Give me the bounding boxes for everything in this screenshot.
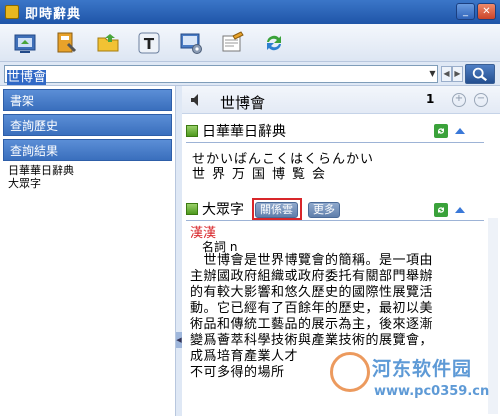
headword: 世博會	[220, 94, 266, 112]
next-arrow-icon[interactable]: ▶	[452, 66, 463, 82]
more-button[interactable]: 更多	[308, 202, 340, 218]
section-divider	[186, 142, 484, 143]
dictionary-green-icon	[186, 203, 198, 215]
section-header: 日華華日辭典	[186, 122, 286, 140]
sidebar: 書架 查詢歷史 查詢結果 日華華日辭典 大眾字	[0, 86, 176, 416]
minimize-button[interactable]: _	[456, 3, 475, 20]
definition-line: 主辦國政府組織或政府委托有關部門舉辦	[190, 269, 434, 284]
settings-icon[interactable]	[178, 30, 204, 56]
back-to-home-icon[interactable]	[12, 30, 38, 56]
window-title: 即時辭典	[25, 6, 82, 22]
watermark-title: 河东软件园	[372, 358, 473, 380]
word-header: 世博會 1 + −	[182, 86, 500, 114]
results-list: 日華華日辭典 大眾字	[0, 161, 175, 190]
watermark-logo-icon	[330, 352, 370, 392]
kanji-text: 世界万国博覧会	[192, 167, 333, 182]
dictionary-green-icon	[186, 125, 198, 137]
watermark: 河东软件园 www.pc0359.cn	[330, 348, 498, 410]
highlight-box	[252, 198, 302, 220]
search-button[interactable]	[465, 64, 495, 84]
refresh-icon[interactable]	[434, 124, 448, 138]
edit-note-icon[interactable]	[219, 30, 245, 56]
list-item[interactable]: 大眾字	[8, 177, 175, 190]
sync-icon[interactable]	[261, 30, 287, 56]
app-book-icon	[5, 5, 19, 19]
open-folder-icon[interactable]	[95, 30, 121, 56]
list-item[interactable]: 日華華日辭典	[8, 164, 175, 177]
definition-line: 的有較大影響和悠久歷史的國際性展覽活	[190, 285, 434, 300]
result-count: 1	[426, 92, 435, 106]
search-input-value: 世博會	[7, 70, 47, 85]
collapse-section-icon[interactable]	[455, 207, 465, 213]
svg-text:T: T	[144, 35, 155, 53]
tab-history[interactable]: 查詢歷史	[3, 114, 172, 136]
refresh-icon[interactable]	[434, 203, 448, 217]
search-bar: 世博會 ▼ ◀ ▶	[0, 62, 500, 86]
definition-line: 變爲薈萃科學技術與產業技術的展覽會，	[190, 333, 434, 348]
search-input[interactable]: 世博會	[4, 65, 438, 85]
definition-line: 動。它已經有了百餘年的歷史，最初以美	[190, 301, 434, 316]
definition-line: 術品和傳統工藝品的展示為主，後來逐漸	[190, 317, 434, 332]
zoom-out-icon[interactable]: −	[474, 93, 488, 107]
section-header: 大眾字	[186, 200, 244, 218]
speaker-icon[interactable]	[190, 93, 202, 107]
previous-arrow-icon[interactable]: ◀	[441, 66, 452, 82]
watermark-url: www.pc0359.cn	[374, 384, 490, 399]
section-divider	[186, 220, 484, 221]
text-tool-icon[interactable]: T	[136, 30, 162, 56]
toolbar: T	[0, 24, 500, 62]
collapse-section-icon[interactable]	[455, 128, 465, 134]
zoom-in-icon[interactable]: +	[452, 93, 466, 107]
section-title: 日華華日辭典	[202, 124, 286, 140]
chevron-down-icon[interactable]: ▼	[427, 66, 438, 82]
title-bar: 即時辭典 _ ✕	[0, 0, 500, 24]
tab-results[interactable]: 查詢結果	[3, 139, 172, 161]
definition-line: 世博會是世界博覽會的簡稱。是一項由	[190, 253, 434, 268]
close-button[interactable]: ✕	[477, 3, 496, 20]
dictionary-book-icon[interactable]	[53, 30, 79, 56]
section-title: 大眾字	[202, 202, 244, 218]
tab-bookshelf[interactable]: 書架	[3, 89, 172, 111]
